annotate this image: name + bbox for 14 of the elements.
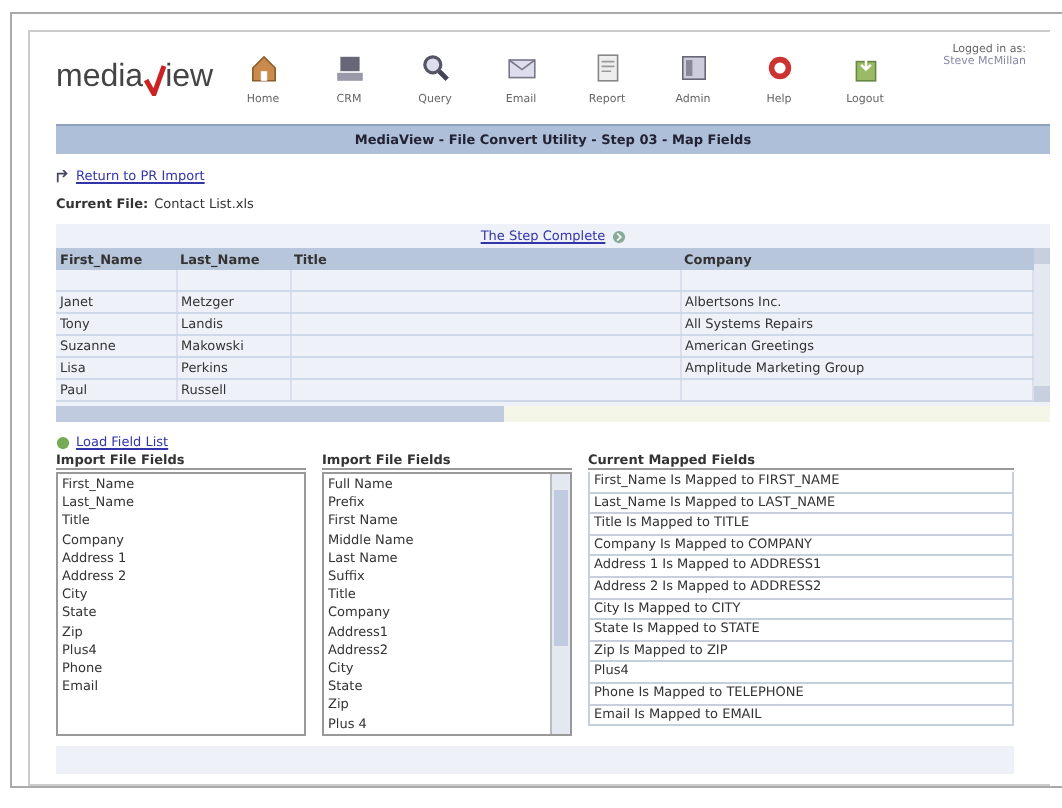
return-icon [56, 169, 70, 183]
computer-icon [333, 51, 365, 83]
window-icon [677, 51, 709, 83]
table-cell [176, 270, 290, 291]
horizontal-scrollbar[interactable] [56, 406, 1050, 422]
table-cell [56, 270, 176, 291]
search-icon [419, 51, 451, 83]
list-scrollbar[interactable] [550, 474, 570, 734]
mediaview-logo: media iew [56, 60, 216, 96]
house-icon [247, 51, 279, 83]
next-icon[interactable] [611, 229, 626, 243]
load-icon [56, 435, 70, 449]
vertical-scrollbar[interactable] [1034, 248, 1050, 402]
lifebuoy-icon [763, 51, 795, 83]
